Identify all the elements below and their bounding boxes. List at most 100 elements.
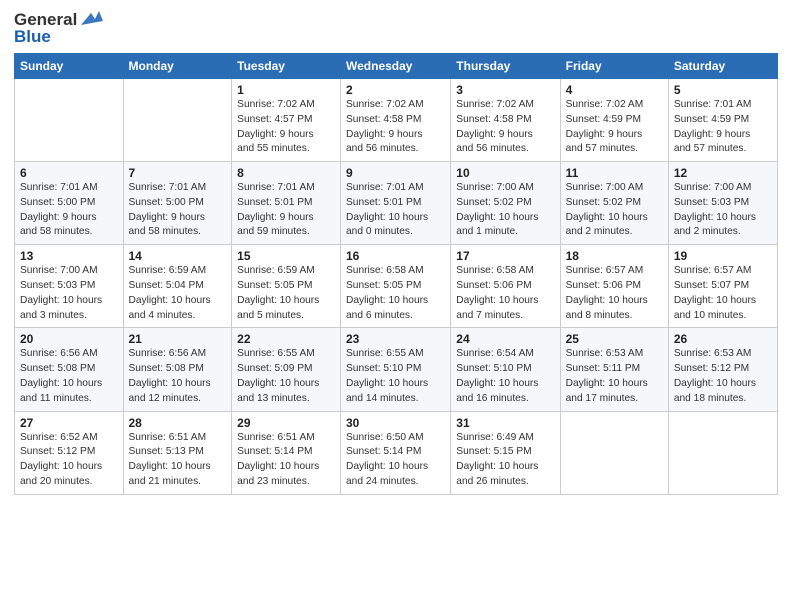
day-info: Sunrise: 6:55 AMSunset: 5:10 PMDaylight:… [346, 347, 445, 406]
day-info: Sunrise: 7:00 AMSunset: 5:03 PMDaylight:… [20, 264, 118, 323]
day-number: 29 [237, 416, 335, 430]
calendar-cell: 14Sunrise: 6:59 AMSunset: 5:04 PMDayligh… [123, 245, 232, 328]
calendar-cell: 10Sunrise: 7:00 AMSunset: 5:02 PMDayligh… [451, 162, 560, 245]
calendar-week-row: 27Sunrise: 6:52 AMSunset: 5:12 PMDayligh… [15, 411, 778, 494]
day-info: Sunrise: 6:59 AMSunset: 5:04 PMDaylight:… [129, 264, 227, 323]
day-info: Sunrise: 6:52 AMSunset: 5:12 PMDaylight:… [20, 431, 118, 490]
calendar-cell: 7Sunrise: 7:01 AMSunset: 5:00 PMDaylight… [123, 162, 232, 245]
day-info: Sunrise: 6:51 AMSunset: 5:14 PMDaylight:… [237, 431, 335, 490]
logo-blue-text: Blue [14, 27, 51, 47]
day-info: Sunrise: 7:01 AMSunset: 5:00 PMDaylight:… [129, 181, 227, 240]
calendar-cell: 27Sunrise: 6:52 AMSunset: 5:12 PMDayligh… [15, 411, 124, 494]
calendar-cell: 5Sunrise: 7:01 AMSunset: 4:59 PMDaylight… [668, 79, 777, 162]
day-number: 16 [346, 249, 445, 263]
day-number: 9 [346, 166, 445, 180]
calendar-week-row: 20Sunrise: 6:56 AMSunset: 5:08 PMDayligh… [15, 328, 778, 411]
calendar-table: SundayMondayTuesdayWednesdayThursdayFrid… [14, 53, 778, 495]
day-info: Sunrise: 6:53 AMSunset: 5:12 PMDaylight:… [674, 347, 772, 406]
calendar-cell: 31Sunrise: 6:49 AMSunset: 5:15 PMDayligh… [451, 411, 560, 494]
day-info: Sunrise: 6:56 AMSunset: 5:08 PMDaylight:… [129, 347, 227, 406]
day-info: Sunrise: 6:58 AMSunset: 5:06 PMDaylight:… [456, 264, 554, 323]
calendar-cell: 20Sunrise: 6:56 AMSunset: 5:08 PMDayligh… [15, 328, 124, 411]
day-number: 11 [566, 166, 663, 180]
calendar-cell: 17Sunrise: 6:58 AMSunset: 5:06 PMDayligh… [451, 245, 560, 328]
day-info: Sunrise: 7:02 AMSunset: 4:58 PMDaylight:… [456, 98, 554, 157]
weekday-header-wednesday: Wednesday [341, 54, 451, 79]
day-number: 19 [674, 249, 772, 263]
calendar-cell: 21Sunrise: 6:56 AMSunset: 5:08 PMDayligh… [123, 328, 232, 411]
day-number: 6 [20, 166, 118, 180]
day-info: Sunrise: 7:02 AMSunset: 4:58 PMDaylight:… [346, 98, 445, 157]
page-container: General Blue SundayMondayTuesdayWednesda… [0, 0, 792, 612]
calendar-cell [123, 79, 232, 162]
day-number: 21 [129, 332, 227, 346]
calendar-week-row: 13Sunrise: 7:00 AMSunset: 5:03 PMDayligh… [15, 245, 778, 328]
day-number: 23 [346, 332, 445, 346]
calendar-cell: 22Sunrise: 6:55 AMSunset: 5:09 PMDayligh… [232, 328, 341, 411]
day-info: Sunrise: 6:54 AMSunset: 5:10 PMDaylight:… [456, 347, 554, 406]
calendar-cell [560, 411, 668, 494]
day-info: Sunrise: 6:57 AMSunset: 5:07 PMDaylight:… [674, 264, 772, 323]
day-number: 17 [456, 249, 554, 263]
calendar-cell: 30Sunrise: 6:50 AMSunset: 5:14 PMDayligh… [341, 411, 451, 494]
calendar-cell [668, 411, 777, 494]
calendar-cell: 29Sunrise: 6:51 AMSunset: 5:14 PMDayligh… [232, 411, 341, 494]
day-number: 22 [237, 332, 335, 346]
calendar-cell: 23Sunrise: 6:55 AMSunset: 5:10 PMDayligh… [341, 328, 451, 411]
day-number: 30 [346, 416, 445, 430]
day-info: Sunrise: 7:02 AMSunset: 4:59 PMDaylight:… [566, 98, 663, 157]
day-info: Sunrise: 6:58 AMSunset: 5:05 PMDaylight:… [346, 264, 445, 323]
calendar-cell: 9Sunrise: 7:01 AMSunset: 5:01 PMDaylight… [341, 162, 451, 245]
day-info: Sunrise: 7:01 AMSunset: 5:01 PMDaylight:… [237, 181, 335, 240]
weekday-header-sunday: Sunday [15, 54, 124, 79]
day-info: Sunrise: 7:00 AMSunset: 5:02 PMDaylight:… [566, 181, 663, 240]
calendar-cell: 15Sunrise: 6:59 AMSunset: 5:05 PMDayligh… [232, 245, 341, 328]
day-info: Sunrise: 7:00 AMSunset: 5:03 PMDaylight:… [674, 181, 772, 240]
calendar-cell: 28Sunrise: 6:51 AMSunset: 5:13 PMDayligh… [123, 411, 232, 494]
day-info: Sunrise: 7:02 AMSunset: 4:57 PMDaylight:… [237, 98, 335, 157]
day-info: Sunrise: 6:50 AMSunset: 5:14 PMDaylight:… [346, 431, 445, 490]
logo: General Blue [14, 10, 103, 47]
day-info: Sunrise: 6:57 AMSunset: 5:06 PMDaylight:… [566, 264, 663, 323]
calendar-week-row: 6Sunrise: 7:01 AMSunset: 5:00 PMDaylight… [15, 162, 778, 245]
day-info: Sunrise: 7:01 AMSunset: 4:59 PMDaylight:… [674, 98, 772, 157]
day-number: 5 [674, 83, 772, 97]
calendar-cell: 4Sunrise: 7:02 AMSunset: 4:59 PMDaylight… [560, 79, 668, 162]
weekday-header-friday: Friday [560, 54, 668, 79]
day-info: Sunrise: 6:59 AMSunset: 5:05 PMDaylight:… [237, 264, 335, 323]
weekday-header-saturday: Saturday [668, 54, 777, 79]
day-info: Sunrise: 6:49 AMSunset: 5:15 PMDaylight:… [456, 431, 554, 490]
weekday-header-tuesday: Tuesday [232, 54, 341, 79]
day-number: 14 [129, 249, 227, 263]
calendar-cell: 19Sunrise: 6:57 AMSunset: 5:07 PMDayligh… [668, 245, 777, 328]
day-number: 18 [566, 249, 663, 263]
day-number: 25 [566, 332, 663, 346]
calendar-cell [15, 79, 124, 162]
calendar-cell: 25Sunrise: 6:53 AMSunset: 5:11 PMDayligh… [560, 328, 668, 411]
calendar-cell: 6Sunrise: 7:01 AMSunset: 5:00 PMDaylight… [15, 162, 124, 245]
day-number: 13 [20, 249, 118, 263]
day-info: Sunrise: 6:51 AMSunset: 5:13 PMDaylight:… [129, 431, 227, 490]
day-number: 4 [566, 83, 663, 97]
calendar-header-row: SundayMondayTuesdayWednesdayThursdayFrid… [15, 54, 778, 79]
day-number: 2 [346, 83, 445, 97]
weekday-header-thursday: Thursday [451, 54, 560, 79]
day-info: Sunrise: 7:01 AMSunset: 5:00 PMDaylight:… [20, 181, 118, 240]
calendar-cell: 12Sunrise: 7:00 AMSunset: 5:03 PMDayligh… [668, 162, 777, 245]
day-number: 10 [456, 166, 554, 180]
day-info: Sunrise: 7:01 AMSunset: 5:01 PMDaylight:… [346, 181, 445, 240]
day-info: Sunrise: 6:56 AMSunset: 5:08 PMDaylight:… [20, 347, 118, 406]
day-number: 31 [456, 416, 554, 430]
day-number: 26 [674, 332, 772, 346]
day-info: Sunrise: 6:55 AMSunset: 5:09 PMDaylight:… [237, 347, 335, 406]
calendar-cell: 16Sunrise: 6:58 AMSunset: 5:05 PMDayligh… [341, 245, 451, 328]
calendar-cell: 13Sunrise: 7:00 AMSunset: 5:03 PMDayligh… [15, 245, 124, 328]
day-number: 20 [20, 332, 118, 346]
day-number: 12 [674, 166, 772, 180]
page-header: General Blue [14, 10, 778, 47]
calendar-cell: 24Sunrise: 6:54 AMSunset: 5:10 PMDayligh… [451, 328, 560, 411]
weekday-header-monday: Monday [123, 54, 232, 79]
day-number: 15 [237, 249, 335, 263]
calendar-cell: 2Sunrise: 7:02 AMSunset: 4:58 PMDaylight… [341, 79, 451, 162]
calendar-cell: 26Sunrise: 6:53 AMSunset: 5:12 PMDayligh… [668, 328, 777, 411]
